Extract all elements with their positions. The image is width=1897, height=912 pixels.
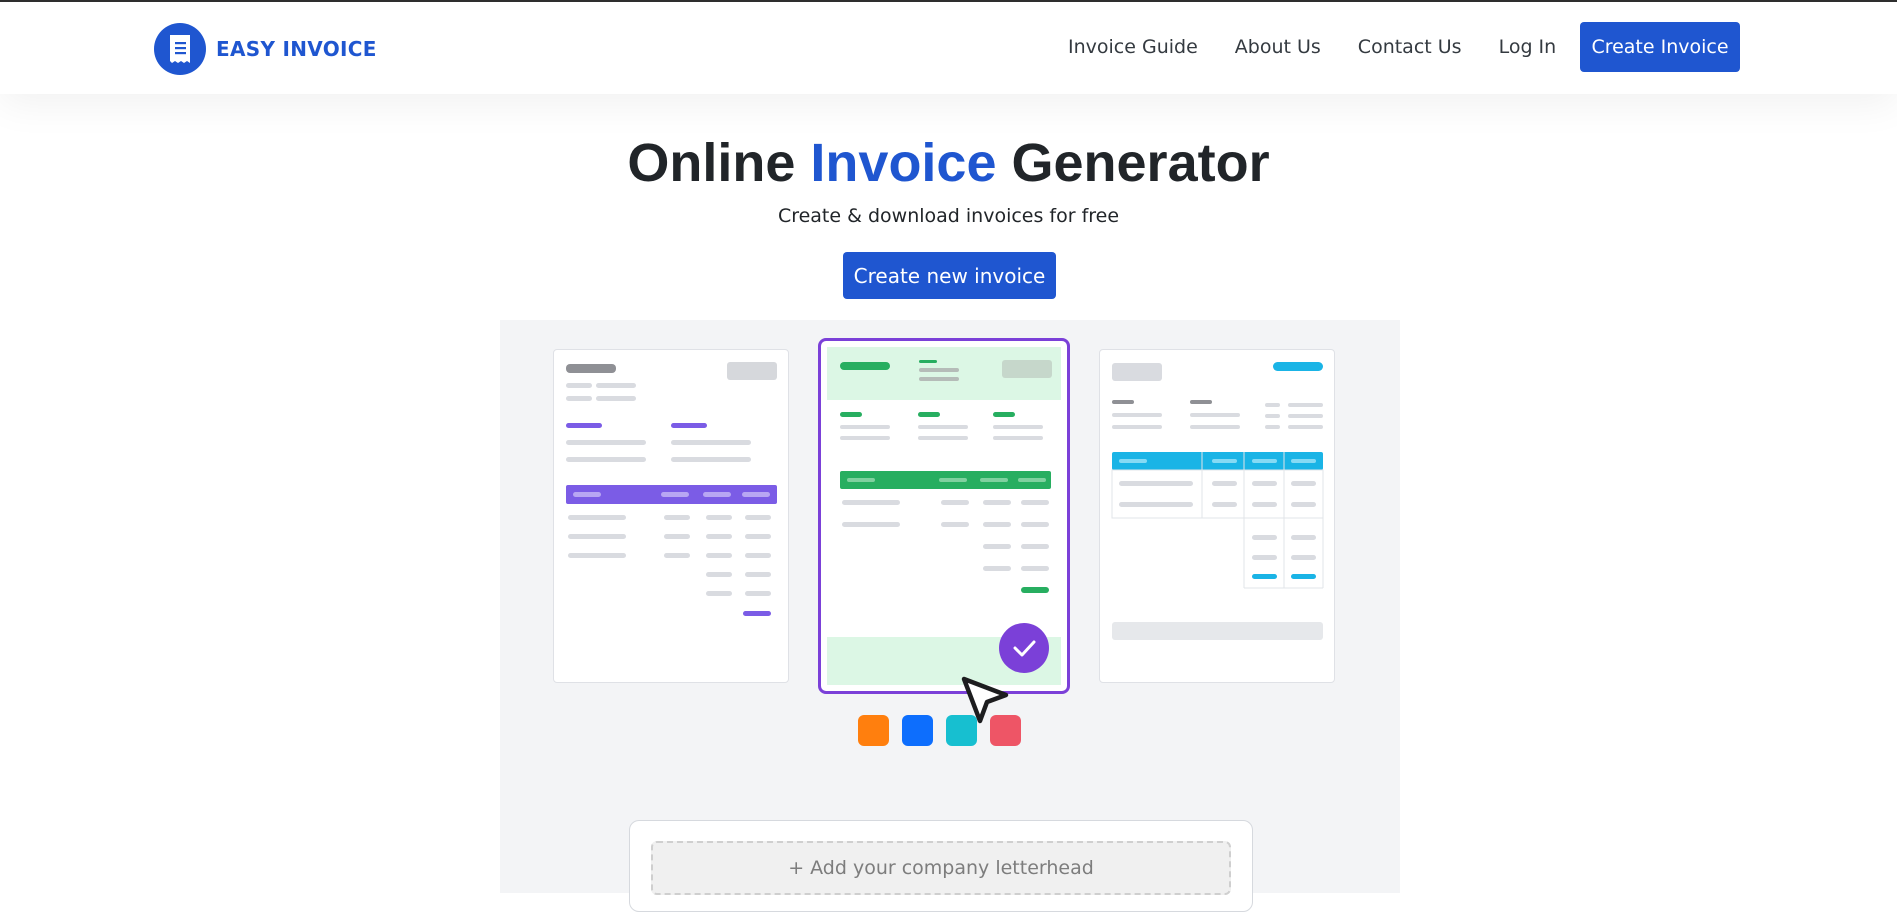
title-post: Generator: [996, 133, 1270, 193]
title-accent: Invoice: [810, 133, 997, 193]
letterhead-card: + Add your company letterhead: [629, 820, 1253, 912]
pointer-cursor-icon: [960, 675, 1012, 727]
title-pre: Online: [627, 133, 811, 193]
nav-link-log-in[interactable]: Log In: [1499, 36, 1557, 58]
check-icon: [999, 623, 1049, 673]
navbar: EASY INVOICE Invoice Guide About Us Cont…: [0, 2, 1897, 94]
create-new-invoice-button[interactable]: Create new invoice: [843, 252, 1056, 299]
page-subtitle: Create & download invoices for free: [777, 205, 1120, 227]
template-card-purple[interactable]: [553, 349, 789, 683]
page-title: Online Invoice Generator: [0, 132, 1897, 194]
nav-link-contact-us[interactable]: Contact Us: [1358, 36, 1462, 58]
add-letterhead-button[interactable]: + Add your company letterhead: [651, 841, 1231, 895]
template-cyan-illustration: [1111, 362, 1324, 640]
template-card-cyan[interactable]: [1099, 349, 1335, 683]
template-purple-illustration: [566, 362, 777, 616]
nav-link-about-us[interactable]: About Us: [1235, 36, 1321, 58]
nav-links: Invoice Guide About Us Contact Us Log In: [1068, 22, 1593, 72]
receipt-icon: [154, 23, 206, 75]
swatch-orange[interactable]: [858, 715, 889, 746]
brand-name: EASY INVOICE: [216, 37, 377, 61]
brand-logo-link[interactable]: EASY INVOICE: [154, 22, 377, 76]
create-invoice-button[interactable]: Create Invoice: [1580, 22, 1740, 72]
nav-link-invoice-guide[interactable]: Invoice Guide: [1068, 36, 1198, 58]
template-preview-area: + Add your company letterhead: [500, 320, 1400, 912]
swatch-blue[interactable]: [902, 715, 933, 746]
